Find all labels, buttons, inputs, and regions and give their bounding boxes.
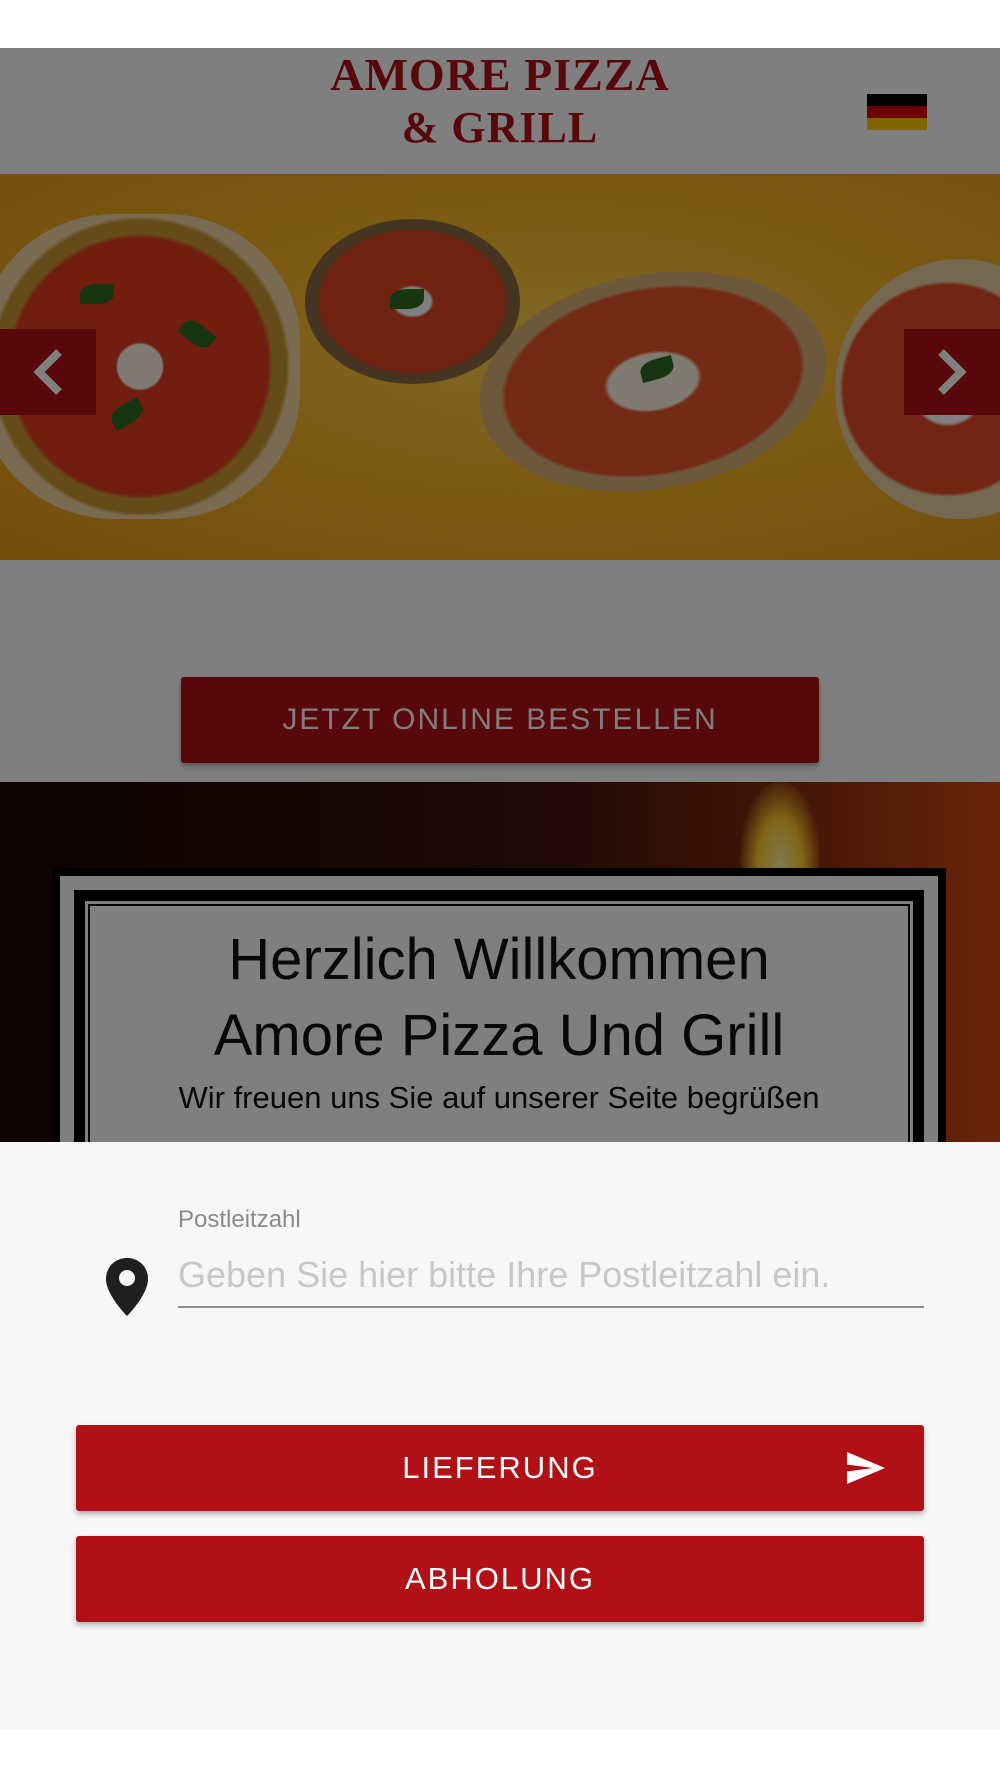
delivery-bottom-sheet: Postleitzahl LIEFERUNG ABHOLUNG [0,1142,1000,1729]
zip-label: Postleitzahl [178,1206,301,1233]
map-pin-icon [106,1258,148,1316]
status-bar [0,0,1000,48]
delivery-button-label: LIEFERUNG [402,1450,598,1485]
zip-input[interactable] [178,1244,924,1308]
send-icon [847,1452,885,1484]
pickup-button[interactable]: ABHOLUNG [76,1536,924,1622]
modal-overlay[interactable] [0,48,1000,1142]
bottom-safe-area [0,1729,1000,1778]
delivery-button[interactable]: LIEFERUNG [76,1425,924,1511]
